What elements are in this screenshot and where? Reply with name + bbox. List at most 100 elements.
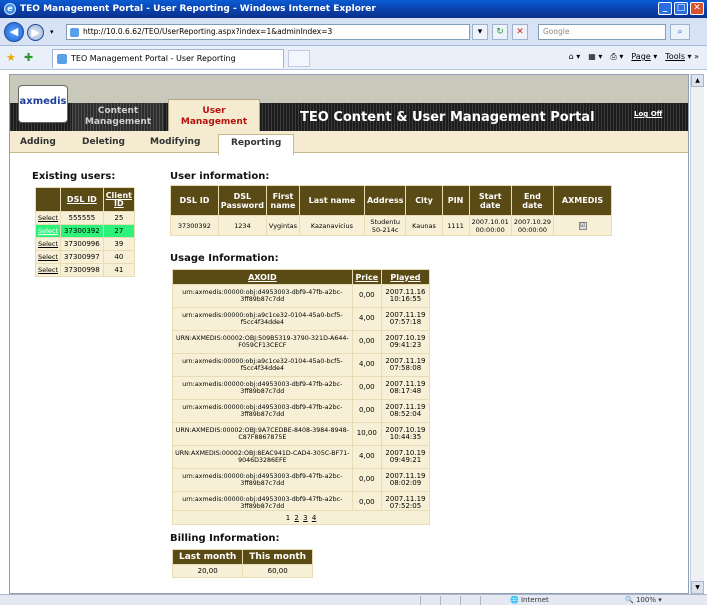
recent-pages-dropdown-icon[interactable]: ▾: [50, 28, 54, 36]
usage-col-played[interactable]: Played: [380, 269, 431, 285]
browser-tab[interactable]: TEO Management Portal - User Reporting: [52, 49, 284, 68]
print-icon[interactable]: ⎙ ▾: [610, 52, 623, 62]
back-button[interactable]: ◀: [4, 22, 24, 42]
select-link[interactable]: Select: [34, 211, 62, 225]
ie-logo-icon: e: [4, 3, 16, 15]
scroll-down-icon[interactable]: ▼: [691, 581, 704, 594]
table-row-selected: Select 37300392 27: [34, 224, 136, 238]
tab-user-management-line2: Management: [180, 117, 248, 127]
usage-col-axoid[interactable]: AXOID: [172, 269, 353, 285]
users-col-dsl-id[interactable]: DSL ID: [60, 187, 104, 212]
table-row: urn:axmedis:00000:obj:d4953003-dbf9-47fb…: [172, 284, 431, 308]
usage-played: 2007.11.19 08:17:48: [380, 376, 431, 400]
window-title-bar: e TEO Management Portal - User Reporting…: [0, 0, 707, 18]
usage-axoid: URN:AXMEDIS:00002:OBJ:9A7CEDBE-8408-3984…: [172, 422, 353, 446]
usage-played: 2007.11.19 07:58:08: [380, 353, 431, 377]
stop-icon[interactable]: ✕: [512, 24, 528, 40]
usage-axoid: urn:axmedis:00000:obj:d4953003-dbf9-47fb…: [172, 376, 353, 400]
user-client-id: 40: [102, 250, 136, 264]
zoom-level: 100%: [635, 596, 656, 604]
info-axmedis: ☑: [553, 215, 612, 236]
close-button[interactable]: ✕: [690, 2, 704, 15]
security-zone-label: Internet: [520, 596, 549, 604]
select-link[interactable]: Select: [34, 237, 62, 251]
usage-axoid: urn:axmedis:00000:obj:d4953003-dbf9-47fb…: [172, 399, 353, 423]
refresh-icon[interactable]: ↻: [492, 24, 508, 40]
table-row: urn:axmedis:00000:obj:d4953003-dbf9-47fb…: [172, 399, 431, 423]
tab-content-management[interactable]: Content Management: [72, 103, 164, 131]
info-password: 1234: [217, 215, 267, 236]
usage-price: 0,00: [351, 468, 382, 492]
subtab-modifying[interactable]: Modifying: [150, 137, 200, 147]
billing-information-table: Last month This month 20,00 60,00: [171, 549, 314, 578]
info-last-name: Kazanavicius: [299, 215, 365, 236]
billing-this-month: 60,00: [242, 564, 314, 578]
usage-information-title: Usage Information:: [170, 253, 279, 264]
select-link[interactable]: Select: [34, 263, 62, 277]
page-viewport: axmedis Content Management User Manageme…: [9, 74, 689, 594]
page-link-2[interactable]: 2: [294, 514, 298, 522]
usage-played: 2007.11.19 07:57:18: [380, 307, 431, 331]
info-end-date: 2007.10.29 00:00:00: [510, 215, 555, 236]
tab-user-management[interactable]: User Management: [168, 99, 260, 131]
usage-axoid: URN:AXMEDIS:00002:OBJ:509B5319-3790-321D…: [172, 330, 353, 354]
search-input[interactable]: Google: [538, 24, 666, 40]
existing-users-table: DSL ID Client ID Select 555555 25 Select…: [34, 187, 136, 277]
status-segment: [480, 596, 498, 605]
logoff-link[interactable]: Log Off: [634, 110, 662, 118]
usage-price: 10,00: [351, 422, 382, 446]
usage-col-price[interactable]: Price: [351, 269, 382, 285]
user-dsl-id: 37300998: [60, 263, 104, 277]
info-col-address: Address: [363, 185, 407, 216]
table-row: urn:axmedis:00000:obj:d4953003-dbf9-47fb…: [172, 376, 431, 400]
new-tab-button[interactable]: [288, 50, 310, 67]
feeds-icon[interactable]: ▦ ▾: [588, 52, 602, 62]
select-link[interactable]: Select: [34, 250, 62, 264]
info-city: Kaunas: [405, 215, 443, 236]
subtab-reporting[interactable]: Reporting: [218, 134, 295, 155]
status-segment: [440, 596, 458, 605]
minimize-button[interactable]: _: [658, 2, 672, 15]
usage-played: 2007.11.16 10:16:55: [380, 284, 431, 308]
home-icon[interactable]: ⌂ ▾: [569, 52, 581, 62]
maximize-button[interactable]: □: [674, 2, 688, 15]
tab-content-management-line2: Management: [84, 117, 152, 127]
usage-played: 2007.10.19 10:44:35: [380, 422, 431, 446]
info-col-end-date: End date: [510, 185, 555, 216]
select-link[interactable]: Select: [34, 224, 62, 238]
user-dsl-id: 37300996: [60, 237, 104, 251]
usage-played: 2007.11.19 08:02:09: [380, 468, 431, 492]
tab-content-management-line1: Content: [97, 106, 139, 116]
search-button[interactable]: ⌕: [670, 24, 690, 40]
user-client-id: 41: [102, 263, 136, 277]
info-col-first-name: First name: [265, 185, 301, 216]
url-dropdown-icon[interactable]: ▾: [472, 24, 488, 40]
page-link-3[interactable]: 3: [303, 514, 307, 522]
info-dsl-id: 37300392: [170, 215, 219, 236]
usage-played: 2007.11.19 08:52:04: [380, 399, 431, 423]
axmedis-checkbox[interactable]: ☑: [578, 222, 587, 230]
forward-button[interactable]: ▶: [27, 24, 44, 41]
url-field[interactable]: http://10.0.6.62/TEO/UserReporting.aspx?…: [66, 24, 470, 40]
tools-menu[interactable]: Tools ▾ »: [665, 52, 699, 62]
vertical-scrollbar[interactable]: ▲ ▼: [690, 74, 704, 594]
table-row: URN:AXMEDIS:00002:OBJ:8EAC941D-CAD4-305C…: [172, 445, 431, 469]
portal-header: axmedis Content Management User Manageme…: [10, 75, 688, 131]
scroll-up-icon[interactable]: ▲: [691, 74, 704, 87]
command-bar: ⌂ ▾ ▦ ▾ ⎙ ▾ Page ▾ Tools ▾ »: [569, 52, 699, 62]
page-link-4[interactable]: 4: [312, 514, 316, 522]
tab-user-management-line1: User: [202, 106, 226, 116]
users-col-client-id[interactable]: Client ID: [102, 187, 136, 212]
favorites-star-icon[interactable]: ★: [6, 51, 16, 64]
billing-last-month: 20,00: [171, 564, 244, 578]
window-title: TEO Management Portal - User Reporting -…: [20, 4, 376, 14]
page-menu[interactable]: Page ▾: [631, 52, 657, 62]
status-bar: 🌐 Internet 🔍 100% ▾: [0, 594, 707, 605]
zoom-control[interactable]: 🔍 100% ▾: [625, 596, 662, 604]
table-row: Select 37300997 40: [34, 250, 136, 264]
usage-axoid: urn:axmedis:00000:obj:a9c1ce32-0104-45a0…: [172, 353, 353, 377]
add-favorites-icon[interactable]: ✚: [24, 51, 33, 64]
subtab-deleting[interactable]: Deleting: [82, 137, 125, 147]
table-row: urn:axmedis:00000:obj:a9c1ce32-0104-45a0…: [172, 307, 431, 331]
subtab-adding[interactable]: Adding: [20, 137, 56, 147]
